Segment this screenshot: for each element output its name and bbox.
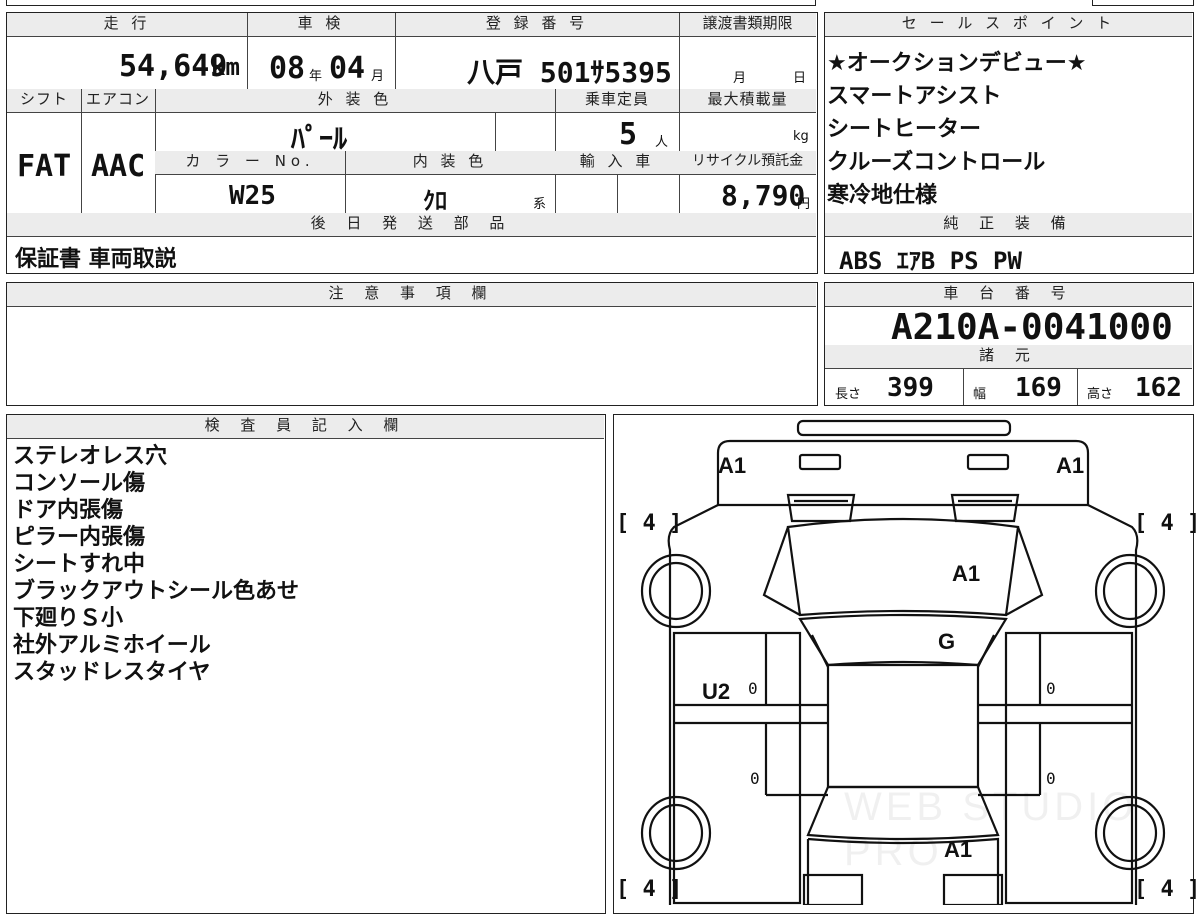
width-label: 幅 xyxy=(973,387,987,402)
shift-value: FAT xyxy=(17,149,72,184)
recycle-header: リサイクル預託金 xyxy=(679,151,816,175)
year-unit: 年 xyxy=(309,69,323,84)
mileage-unit: km xyxy=(211,53,240,81)
tire-rear-left-depth: [ 4 ] xyxy=(616,877,683,902)
inspector-note-item: ブラックアウトシール色あせ xyxy=(13,579,300,604)
color-no-header: カ ラ ー No. xyxy=(155,151,345,175)
car-damage-diagram: WEB STUDIO PRO A1 A1 A1 G U2 0 0 0 0 A1 … xyxy=(613,414,1200,914)
inspector-notes-box: 検 査 員 記 入 欄 ステレオレス穴 コンソール傷 ドア内張傷 ピラー内張傷 … xyxy=(6,414,606,914)
color-no-value: W25 xyxy=(229,181,276,211)
interior-color-header: 内 装 色 xyxy=(345,151,555,175)
inspector-note-item: 下廻りＳ小 xyxy=(13,606,124,631)
length-value: 399 xyxy=(887,373,934,403)
max-load-header: 最大積載量 xyxy=(679,89,816,113)
inspector-note-item: ドア内張傷 xyxy=(13,498,124,523)
shift-header: シフト xyxy=(7,89,81,113)
registration-header: 登 録 番 号 xyxy=(395,13,679,37)
damage-hood: A1 xyxy=(952,561,981,586)
right-rear-door-zero: 0 xyxy=(1046,769,1056,788)
capacity-value: 5 xyxy=(619,117,638,152)
transfer-deadline-header: 譲渡書類期限 xyxy=(679,13,816,37)
height-value: 162 xyxy=(1135,373,1182,403)
exterior-color-header: 外 装 色 xyxy=(155,89,555,113)
tire-front-left-depth: [ 4 ] xyxy=(616,511,683,536)
damage-front-right: A1 xyxy=(1056,453,1085,478)
later-parts-value: 保証書 車両取説 xyxy=(15,247,177,272)
specs-header: 諸 元 xyxy=(825,345,1192,369)
selling-point-item: 寒冷地仕様 xyxy=(827,183,938,208)
height-label: 高さ xyxy=(1087,387,1114,402)
selling-points-list: ★オークションデビュー★ スマートアシスト シートヒーター クルーズコントロール… xyxy=(827,47,1086,212)
inspector-note-item: スタッドレスタイヤ xyxy=(13,660,211,685)
damage-left-front-door: U2 xyxy=(702,679,731,704)
aircon-value: AAC xyxy=(91,149,146,184)
inspector-note-item: コンソール傷 xyxy=(13,471,146,496)
top-strip-right xyxy=(1092,0,1194,6)
width-value: 169 xyxy=(1015,373,1062,403)
inspector-notes-list: ステレオレス穴 コンソール傷 ドア内張傷 ピラー内張傷 シートすれ中 ブラックア… xyxy=(13,443,299,686)
interior-suffix: 系 xyxy=(533,197,547,212)
capacity-unit: 人 xyxy=(655,135,669,150)
tire-front-right-depth: [ 4 ] xyxy=(1134,511,1200,536)
top-strip xyxy=(6,0,816,6)
capacity-header: 乗車定員 xyxy=(555,89,679,113)
import-header: 輸 入 車 xyxy=(555,151,679,175)
selling-points-header: セ ー ル ス ポ イ ン ト xyxy=(825,13,1192,37)
equipment-header: 純 正 装 備 xyxy=(825,213,1192,237)
watermark: WEB STUDIO PRO xyxy=(844,785,1138,874)
deadline-month-label: 月 xyxy=(733,71,747,86)
vehicle-info-table: 走 行 車 検 登 録 番 号 譲渡書類期限 54,649 km 08 年 04… xyxy=(6,12,818,274)
registration-plate: 八戸 501ｻ5395 xyxy=(467,56,672,89)
selling-point-item: シートヒーター xyxy=(827,117,982,142)
left-front-door-zero: 0 xyxy=(748,679,758,698)
damage-windshield: G xyxy=(938,629,956,654)
left-rear-door-zero: 0 xyxy=(750,769,760,788)
inspector-note-item: 社外アルミホイール xyxy=(13,633,211,658)
inspection-header: 車 検 xyxy=(247,13,395,37)
right-front-door-zero: 0 xyxy=(1046,679,1056,698)
aircon-header: エアコン xyxy=(81,89,155,113)
notes-header: 注 意 事 項 欄 xyxy=(7,283,816,307)
damage-front-left: A1 xyxy=(718,453,747,478)
month-unit: 月 xyxy=(371,69,385,84)
recycle-unit: 円 xyxy=(797,197,811,212)
selling-point-item: スマートアシスト xyxy=(827,84,1002,109)
interior-color-value: ｸﾛ xyxy=(423,187,447,215)
recycle-fee-value: 8,790 xyxy=(721,179,806,212)
length-label: 長さ xyxy=(835,387,862,402)
mileage-header: 走 行 xyxy=(7,13,247,37)
later-parts-header: 後 日 発 送 部 品 xyxy=(7,213,816,237)
inspector-header: 検 査 員 記 入 欄 xyxy=(7,415,604,439)
selling-point-item: クルーズコントロール xyxy=(827,150,1046,175)
selling-points-box: セ ー ル ス ポ イ ン ト ★オークションデビュー★ スマートアシスト シー… xyxy=(824,12,1194,275)
chassis-specs-box: 車 台 番 号 A210A-0041000 諸 元 長さ 399 幅 169 高… xyxy=(824,282,1194,406)
load-unit: kg xyxy=(793,129,809,144)
tire-rear-right-depth: [ 4 ] xyxy=(1134,877,1200,902)
inspection-year: 08 xyxy=(269,51,306,86)
chassis-header: 車 台 番 号 xyxy=(825,283,1192,307)
deadline-day-label: 日 xyxy=(793,71,807,86)
inspection-month: 04 xyxy=(329,51,366,86)
equipment-value: ABS ｴｱB PS PW xyxy=(839,247,1022,275)
damage-roof-rear: A1 xyxy=(944,837,973,862)
chassis-number: A210A-0041000 xyxy=(891,307,1173,348)
selling-point-item: ★オークションデビュー★ xyxy=(827,51,1087,76)
inspector-note-item: ピラー内張傷 xyxy=(13,525,146,550)
inspector-note-item: ステレオレス穴 xyxy=(13,444,168,469)
inspector-note-item: シートすれ中 xyxy=(13,552,146,577)
notes-box: 注 意 事 項 欄 xyxy=(6,282,818,406)
